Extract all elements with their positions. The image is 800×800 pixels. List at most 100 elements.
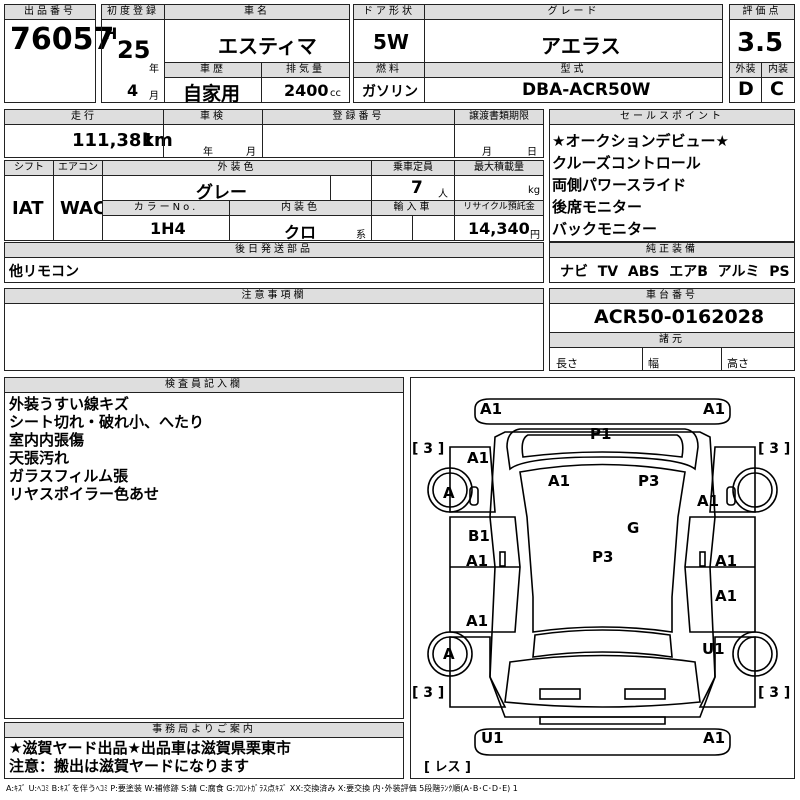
ac-label: エアコン bbox=[53, 160, 103, 176]
exterior-color-label: 外装色 bbox=[102, 160, 372, 176]
history: 自家用 bbox=[183, 83, 241, 105]
tail-lamp-right-shape bbox=[624, 688, 666, 700]
damage-mark: A1 bbox=[703, 729, 725, 747]
handle-left-shape bbox=[499, 551, 506, 567]
equipment-item: ABS bbox=[627, 264, 660, 280]
damage-mark: U1 bbox=[702, 640, 725, 658]
exterior-color-subcell bbox=[330, 175, 372, 201]
transfer-day-unit: 日 bbox=[527, 147, 537, 158]
shift-label: シフト bbox=[4, 160, 54, 176]
office-line: 注意：搬出は滋賀ヤードになります bbox=[9, 757, 250, 775]
capacity-unit: 人 bbox=[438, 189, 448, 200]
inspector-line: 室内内張傷 bbox=[9, 431, 85, 449]
interior-color: クロ bbox=[284, 223, 317, 242]
chassis-label: 車台番号 bbox=[549, 288, 795, 304]
score: 3.5 bbox=[737, 28, 784, 58]
fuel: ガソリン bbox=[362, 84, 418, 100]
grade: アエラス bbox=[541, 34, 621, 58]
tailgate-shape bbox=[504, 654, 701, 708]
inspector-line: リヤスポイラー色あせ bbox=[9, 485, 160, 503]
inspector-line: シート切れ・破れ小、へたり bbox=[9, 413, 205, 431]
car-name-label: 車名 bbox=[164, 4, 350, 20]
width-label: 幅 bbox=[648, 357, 659, 370]
damage-mark: G bbox=[627, 519, 639, 537]
interior-unit: 系 bbox=[356, 230, 366, 241]
ac: WAC bbox=[60, 198, 107, 219]
model: DBA-ACR50W bbox=[522, 80, 651, 100]
int-score: C bbox=[770, 78, 784, 100]
equipment-item: TV bbox=[597, 264, 619, 280]
import-label: 輸入車 bbox=[371, 200, 455, 216]
damage-mark: A bbox=[443, 484, 455, 502]
damage-mark: A1 bbox=[703, 400, 725, 418]
ext-label: 外装 bbox=[729, 62, 762, 78]
office-line: ★滋賀ヤード出品★出品車は滋賀県栗東市 bbox=[9, 739, 291, 757]
damage-mark: B1 bbox=[468, 527, 490, 545]
car-diagram: A1 A1 P1 A1 A A1 P3 A1 G B1 A1 P3 A1 A1 A1 A U1 U1 A1 [ 3 … bbox=[412, 398, 790, 775]
sales-item: 後席モニター bbox=[552, 198, 643, 216]
color-no: 1H4 bbox=[150, 219, 186, 238]
damage-mark: P3 bbox=[592, 548, 613, 566]
lot-no-label: 出品番号 bbox=[4, 4, 96, 20]
length-label: 長さ bbox=[556, 357, 578, 370]
first-reg-label: 初度登録 bbox=[101, 4, 165, 20]
recycle: 14,340 bbox=[468, 219, 530, 238]
damage-mark: A1 bbox=[466, 552, 488, 570]
score-label: 評価点 bbox=[729, 4, 795, 20]
inspector-line: 天張汚れ bbox=[9, 449, 70, 467]
chassis-no: ACR50-0162028 bbox=[594, 306, 765, 328]
door: 5W bbox=[373, 30, 409, 54]
capacity: 7 bbox=[411, 178, 423, 198]
ext-score: D bbox=[738, 78, 754, 100]
max-load-label: 最大積載量 bbox=[454, 160, 544, 176]
shift: IAT bbox=[12, 198, 44, 219]
later-parts-label: 後日発送部品 bbox=[4, 242, 544, 258]
later-parts-cell bbox=[4, 257, 544, 283]
equipment-item: エアB bbox=[669, 264, 708, 280]
inspection-label: 車検 bbox=[163, 109, 263, 125]
insp-month-unit: 月 bbox=[246, 147, 256, 158]
sales-item: クルーズコントロール bbox=[552, 154, 701, 172]
sales-item: 両側パワースライド bbox=[552, 176, 687, 194]
reg-no-label: 登録番号 bbox=[262, 109, 455, 125]
fuel-label: 燃料 bbox=[353, 62, 425, 78]
rear-bumper-shape bbox=[474, 728, 731, 756]
inspector-notes: 外装うすい線キズ シート切れ・破れ小、へたり 室内内張傷 天張汚れ ガラスフィル… bbox=[9, 395, 204, 503]
displacement-label: 排気量 bbox=[261, 62, 350, 78]
lot-no: 76057 bbox=[10, 22, 115, 57]
dims-label: 諸元 bbox=[549, 332, 795, 348]
tire-tread: [ 3 ] bbox=[412, 441, 444, 457]
max-load-unit: kg bbox=[528, 185, 541, 196]
damage-mark: A1 bbox=[466, 612, 488, 630]
door-label: ドア形状 bbox=[353, 4, 425, 20]
height-label: 高さ bbox=[727, 357, 749, 370]
transfer-label: 譲渡書類期限 bbox=[454, 109, 544, 125]
displacement: 2400 bbox=[284, 81, 329, 100]
handle-right-shape bbox=[699, 551, 706, 567]
import-cell-a bbox=[371, 215, 413, 241]
recycle-unit: 円 bbox=[530, 230, 540, 241]
reg-no-cell bbox=[262, 124, 455, 158]
damage-mark: A1 bbox=[715, 552, 737, 570]
capacity-label: 乗車定員 bbox=[371, 160, 455, 176]
later-parts: 他リモコン bbox=[9, 264, 79, 280]
sales-item: ★オークションデビュー★ bbox=[552, 132, 729, 150]
equipment-item: ナビ bbox=[560, 264, 588, 280]
grade-label: グレード bbox=[424, 4, 723, 20]
equipment-item: アルミ bbox=[717, 264, 760, 280]
year-unit: 年 bbox=[149, 64, 159, 75]
damage-mark: P1 bbox=[590, 425, 611, 443]
era: H bbox=[104, 24, 118, 43]
tail-lamp-left-shape bbox=[539, 688, 581, 700]
office-notes: ★滋賀ヤード出品★出品車は滋賀県栗東市 注意：搬出は滋賀ヤードになります bbox=[9, 739, 291, 775]
inspector-line: 外装うすい線キズ bbox=[9, 395, 130, 413]
right-slide-door-shape bbox=[684, 516, 756, 633]
equipment-item: PS bbox=[769, 264, 790, 280]
int-label: 内装 bbox=[761, 62, 795, 78]
interior-color-label: 内装色 bbox=[229, 200, 372, 216]
notes-cell bbox=[4, 303, 544, 371]
sales-item: バックモニター bbox=[552, 220, 658, 238]
tire-tread: [ 3 ] bbox=[758, 441, 790, 457]
front-bumper-shape bbox=[474, 398, 731, 425]
history-label: 車歴 bbox=[164, 62, 262, 78]
